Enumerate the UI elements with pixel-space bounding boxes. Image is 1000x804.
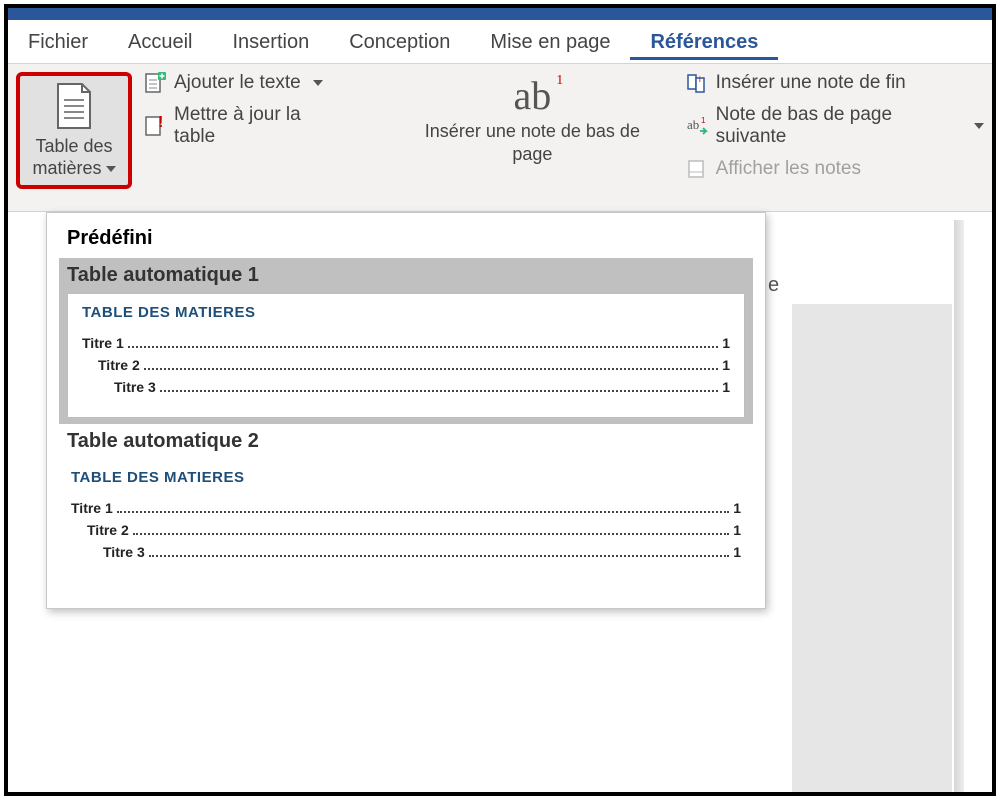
toc-leader-dots: [117, 505, 729, 513]
toc-row: Titre 1 1: [71, 500, 741, 516]
toc-button-label: Table des matières: [24, 136, 124, 179]
svg-text:1: 1: [701, 116, 706, 125]
gallery-item-preview: TABLE DES MATIERES Titre 1 1 Titre 2 1 T…: [67, 459, 745, 582]
next-footnote-label: Note de bas de page suivante: [716, 104, 962, 148]
svg-text:!: !: [158, 115, 163, 131]
toc-entry-page: 1: [733, 544, 741, 560]
insert-endnote-label: Insérer une note de fin: [716, 72, 906, 94]
toc-heading: TABLE DES MATIERES: [71, 469, 741, 486]
add-text-label: Ajouter le texte: [174, 72, 301, 94]
app-window: Fichier Accueil Insertion Conception Mis…: [4, 4, 996, 796]
toc-document-icon: [54, 82, 94, 130]
chevron-down-icon: [313, 80, 323, 86]
gallery-section-predefined: Prédéfini: [59, 223, 753, 258]
gallery-item-title: Table automatique 2: [67, 430, 745, 453]
next-footnote-button[interactable]: ab 1 Note de bas de page suivante: [686, 104, 984, 148]
toc-heading: TABLE DES MATIERES: [82, 304, 730, 321]
update-table-button[interactable]: ! Mettre à jour la table: [144, 104, 343, 148]
toc-row: Titre 3 1: [71, 544, 741, 560]
gallery-item-auto1[interactable]: Table automatique 1 TABLE DES MATIERES T…: [59, 258, 753, 424]
title-bar: [8, 8, 992, 20]
toc-entry-label: Titre 1: [71, 500, 113, 516]
tab-layout[interactable]: Mise en page: [470, 23, 630, 60]
endnote-icon: i: [686, 72, 708, 94]
footnote-ab-icon: ab1: [514, 76, 552, 116]
toc-row: Titre 1 1: [82, 335, 730, 351]
show-notes-button[interactable]: Afficher les notes: [686, 158, 984, 180]
tab-file[interactable]: Fichier: [8, 23, 108, 60]
toc-row: Titre 2 1: [71, 522, 741, 538]
ribbon: Table des matières Ajouter: [8, 64, 992, 212]
group-toc: Table des matières: [8, 64, 140, 211]
show-notes-icon: [686, 158, 708, 180]
insert-footnote-label: Insérer une note de bas de page: [405, 120, 659, 165]
toc-entry-label: Titre 2: [87, 522, 129, 538]
tab-references[interactable]: Références: [630, 23, 778, 60]
add-text-icon: [144, 72, 166, 94]
toc-leader-dots: [160, 384, 718, 392]
insert-footnote-button[interactable]: ab1 Insérer une note de bas de page: [391, 70, 673, 165]
ribbon-tabs: Fichier Accueil Insertion Conception Mis…: [8, 20, 992, 64]
group-footnote-cmds: i Insérer une note de fin ab 1 Note de b…: [682, 64, 992, 211]
toc-entry-page: 1: [722, 379, 730, 395]
toc-row: Titre 2 1: [82, 357, 730, 373]
group-toc-cmds: Ajouter le texte ! Mettre à jour la tabl…: [140, 64, 351, 211]
svg-text:ab: ab: [687, 117, 699, 132]
toc-leader-dots: [128, 340, 718, 348]
update-table-icon: !: [144, 115, 166, 137]
chevron-down-icon: [106, 166, 116, 172]
toc-leader-dots: [133, 527, 729, 535]
toc-entry-label: Titre 2: [98, 357, 140, 373]
update-table-label: Mettre à jour la table: [174, 104, 343, 148]
add-text-button[interactable]: Ajouter le texte: [144, 72, 343, 94]
truncated-text: e: [768, 274, 779, 297]
next-footnote-icon: ab 1: [686, 115, 708, 137]
toc-gallery: Prédéfini Table automatique 1 TABLE DES …: [46, 212, 766, 609]
toc-entry-page: 1: [733, 500, 741, 516]
svg-text:i: i: [699, 75, 701, 84]
toc-entry-page: 1: [722, 335, 730, 351]
toc-entry-page: 1: [722, 357, 730, 373]
toc-entry-label: Titre 3: [114, 379, 156, 395]
toc-row: Titre 3 1: [82, 379, 730, 395]
group-footnotes: ab1 Insérer une note de bas de page: [351, 64, 681, 211]
gallery-item-preview: TABLE DES MATIERES Titre 1 1 Titre 2 1 T…: [67, 293, 745, 418]
tab-insert[interactable]: Insertion: [213, 23, 330, 60]
toc-leader-dots: [149, 549, 729, 557]
toc-entry-label: Titre 1: [82, 335, 124, 351]
insert-endnote-button[interactable]: i Insérer une note de fin: [686, 72, 984, 94]
toc-leader-dots: [144, 362, 718, 370]
gallery-item-auto2[interactable]: Table automatique 2 TABLE DES MATIERES T…: [59, 424, 753, 588]
tab-design[interactable]: Conception: [329, 23, 470, 60]
chevron-down-icon: [974, 123, 984, 129]
gallery-item-title: Table automatique 1: [67, 264, 745, 287]
scrollbar[interactable]: [954, 220, 964, 792]
show-notes-label: Afficher les notes: [716, 158, 861, 180]
tab-home[interactable]: Accueil: [108, 23, 212, 60]
toc-entry-page: 1: [733, 522, 741, 538]
page-background: [792, 304, 952, 792]
table-of-contents-button[interactable]: Table des matières: [16, 72, 132, 189]
toc-entry-label: Titre 3: [103, 544, 145, 560]
